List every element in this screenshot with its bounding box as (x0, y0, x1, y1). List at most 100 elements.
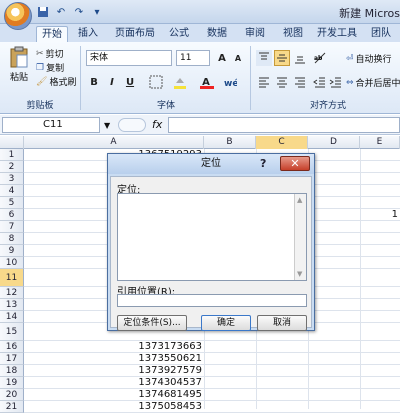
group-divider (80, 46, 81, 110)
cell-a17[interactable]: 1373550621 (24, 353, 204, 365)
tab-team[interactable]: 团队 (366, 26, 396, 42)
italic-button[interactable]: I (104, 74, 120, 90)
row-header[interactable]: 13 (0, 299, 24, 311)
row-header[interactable]: 20 (0, 389, 24, 401)
select-all-corner[interactable] (0, 136, 24, 149)
cell-a20[interactable]: 1374681495 (24, 389, 204, 401)
grow-font-button[interactable]: A (214, 50, 230, 66)
tab-view[interactable]: 视图 (278, 26, 308, 42)
row-header[interactable]: 10 (0, 257, 24, 269)
row-header[interactable]: 15 (0, 323, 24, 341)
underline-button[interactable]: U (122, 74, 138, 90)
format-painter-button[interactable]: 🖌 格式刷 (36, 75, 76, 89)
title-bar: ↶ ↷ ▾ 新建 Micros (0, 0, 400, 24)
scroll-up-icon[interactable]: ▲ (297, 196, 302, 204)
name-box[interactable]: C11 (2, 117, 100, 133)
increase-indent-icon[interactable] (328, 74, 344, 90)
align-center-icon[interactable] (274, 74, 290, 90)
tab-developer[interactable]: 开发工具 (314, 26, 360, 42)
tab-insert[interactable]: 插入 (72, 26, 104, 42)
tab-data[interactable]: 数据 (202, 26, 232, 42)
formula-input[interactable] (168, 117, 400, 133)
bold-button[interactable]: B (86, 74, 102, 90)
align-bottom-icon[interactable] (292, 50, 308, 66)
shrink-font-button[interactable]: A (230, 50, 246, 66)
cell-a19[interactable]: 1374304537 (24, 377, 204, 389)
row-header[interactable]: 8 (0, 233, 24, 245)
name-box-dropdown-icon[interactable]: ▼ (104, 121, 110, 130)
row-header[interactable]: 14 (0, 311, 24, 323)
goto-list[interactable]: ▲ ▼ (117, 193, 307, 281)
merge-center-button[interactable]: ⇔ 合并后居中 (346, 76, 400, 90)
reference-input[interactable] (117, 294, 307, 307)
tab-review[interactable]: 审阅 (240, 26, 270, 42)
row-header[interactable]: 2 (0, 161, 24, 173)
font-size-select[interactable]: 11 (176, 50, 210, 66)
row-header[interactable]: 12 (0, 287, 24, 299)
scissors-icon: ✂ (36, 48, 44, 59)
cell-a16[interactable]: 1373173663 (24, 341, 204, 353)
row-header[interactable]: 5 (0, 197, 24, 209)
align-middle-icon[interactable] (274, 50, 290, 66)
help-icon[interactable]: ? (260, 157, 266, 170)
insert-function-icon[interactable]: fx (152, 118, 162, 131)
customize-icon[interactable]: ▾ (90, 5, 104, 19)
row-header[interactable]: 17 (0, 353, 24, 365)
formula-controls (118, 118, 146, 132)
close-icon[interactable]: ✕ (280, 156, 310, 171)
border-icon[interactable] (148, 74, 164, 90)
align-left-icon[interactable] (256, 74, 272, 90)
save-icon[interactable] (36, 5, 50, 19)
decrease-indent-icon[interactable] (312, 74, 328, 90)
wrap-text-icon: ⏎ (346, 53, 354, 64)
font-group-label: 字体 (156, 101, 175, 111)
group-divider (250, 46, 251, 110)
goto-list-scrollbar[interactable]: ▲ ▼ (294, 194, 306, 280)
cell-a21[interactable]: 1375058453 (24, 401, 204, 413)
align-top-icon[interactable] (256, 50, 272, 66)
align-right-icon[interactable] (292, 74, 308, 90)
row-header[interactable]: 1 (0, 149, 24, 161)
row-header[interactable]: 4 (0, 185, 24, 197)
clipboard-group-label: 剪贴板 (26, 101, 54, 111)
font-color-icon[interactable]: A (198, 74, 214, 90)
row-header[interactable]: 7 (0, 221, 24, 233)
scroll-down-icon[interactable]: ▼ (297, 270, 302, 278)
office-button[interactable] (4, 2, 32, 30)
special-button[interactable]: 定位条件(S)... (117, 315, 187, 331)
undo-icon[interactable]: ↶ (54, 5, 68, 19)
tab-formulas[interactable]: 公式 (164, 26, 194, 42)
column-header-c[interactable]: C (256, 136, 308, 149)
row-header[interactable]: 3 (0, 173, 24, 185)
tab-home[interactable]: 开始 (36, 26, 68, 42)
row-header[interactable]: 6 (0, 209, 24, 221)
redo-icon[interactable]: ↷ (72, 5, 86, 19)
cut-label: 剪切 (45, 50, 64, 60)
paste-button[interactable]: 粘贴 (6, 46, 32, 83)
ok-button[interactable]: 确定 (201, 315, 251, 331)
row-header-selected[interactable]: 11 (0, 269, 24, 287)
column-header-e[interactable]: E (360, 136, 400, 149)
row-header[interactable]: 21 (0, 401, 24, 413)
cell-e6[interactable]: 1 (360, 209, 400, 221)
cut-button[interactable]: ✂ 剪切 (36, 47, 64, 61)
font-name-select[interactable]: 宋体 (86, 50, 172, 66)
window-title: 新建 Micros (339, 7, 400, 20)
column-header-a[interactable]: A (24, 136, 204, 149)
row-header[interactable]: 19 (0, 377, 24, 389)
column-header-b[interactable]: B (204, 136, 256, 149)
cancel-button[interactable]: 取消 (257, 315, 307, 331)
copy-button[interactable]: ❐ 复制 (36, 61, 64, 75)
svg-text:ab: ab (314, 55, 323, 62)
wrap-text-button[interactable]: ⏎ 自动换行 (346, 52, 392, 66)
fill-color-icon[interactable] (172, 74, 188, 90)
orientation-icon[interactable]: ab (312, 50, 328, 66)
row-header[interactable]: 9 (0, 245, 24, 257)
column-header-d[interactable]: D (308, 136, 360, 149)
tab-page-layout[interactable]: 页面布局 (112, 26, 158, 42)
column-headers: A B C D E (0, 136, 400, 149)
phonetic-icon[interactable]: wén (222, 74, 245, 90)
row-header[interactable]: 16 (0, 341, 24, 353)
cell-a18[interactable]: 1373927579 (24, 365, 204, 377)
row-header[interactable]: 18 (0, 365, 24, 377)
